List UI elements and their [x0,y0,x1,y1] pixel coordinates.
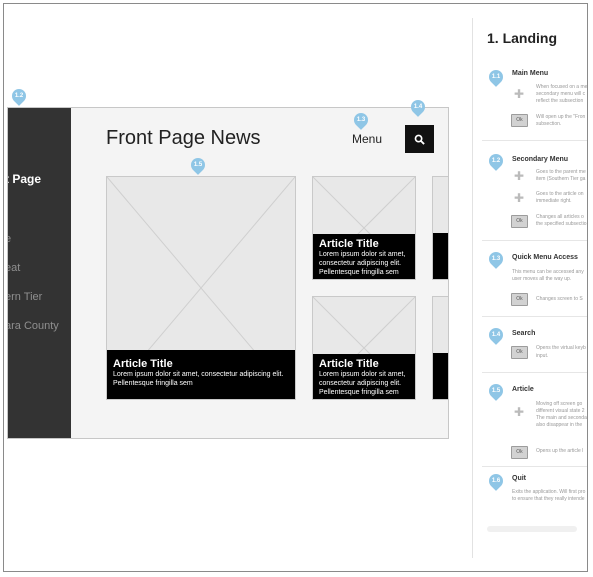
section-pin-label: 1.1 [491,74,501,80]
search-icon [414,134,425,145]
section-pin-label: 1.4 [491,332,501,338]
article-body: Pellentesque fringilla sem [113,380,193,387]
sidebar-item-front-page[interactable]: t Page [8,172,41,186]
article-caption [433,233,448,279]
article-title: Article Title [319,238,379,250]
section-text: user moves all the way up. [512,276,572,282]
section-title-article: Article [512,386,534,393]
wireframe-screen: t Page e eat ern Tier ara County Front P… [7,107,449,439]
dpad-icon: ✚ [513,405,525,419]
section-text: The main and seconda [536,415,587,421]
dpad-icon: ✚ [513,191,525,205]
sidebar-item-3[interactable]: e [8,233,11,245]
section-text: This menu can be accessed any [512,269,584,275]
annotation-panel: 1. Landing 1.1 Main Menu ✚ When focused … [472,18,588,558]
section-text: Changes screen to S [536,296,583,302]
article-title: Article Title [113,358,173,370]
dpad-icon: ✚ [513,169,525,183]
section-text: different visual state 2 [536,408,585,414]
panel-title: 1. Landing [487,30,557,46]
article-body: Lorem ipsum dolor sit amet, [319,371,406,378]
section-text: item (Southern Tier ga [536,176,586,182]
article-card-partial-1[interactable] [432,176,448,280]
ok-button-icon: Ok [511,446,528,459]
ok-button-icon: Ok [511,346,528,359]
section-pin-label: 1.5 [491,388,501,394]
annotation-pin-label: 1.3 [356,117,366,123]
section-pin-label: 1.3 [491,256,501,262]
search-button[interactable] [405,125,434,153]
annotation-pin-label: 1.2 [14,93,24,99]
divider [482,316,587,317]
section-text: subsection. [536,121,562,127]
section-text: Opens up the article l [536,448,584,454]
section-text: Exits the application. Will first pro [512,489,586,495]
section-text: Goes to the article on [536,191,584,197]
section-text: Moving off screen go [536,401,583,407]
article-caption: Article Title Lorem ipsum dolor sit amet… [313,234,415,279]
dpad-icon: ✚ [513,87,525,101]
section-pin-label: 1.6 [491,478,501,484]
section-text: to ensure that they really intende [512,496,585,502]
ok-button-icon: Ok [511,215,528,228]
section-title-search: Search [512,330,536,337]
canvas-frame: t Page e eat ern Tier ara County Front P… [3,3,588,572]
section-pin-label: 1.2 [491,158,501,164]
section-text: Opens the virtual keyb [536,345,586,351]
section-text: also disappear in the [536,422,583,428]
menu-button[interactable]: Menu [352,132,382,146]
annotation-pin-label: 1.4 [413,104,423,110]
section-title-main-menu: Main Menu [512,70,549,77]
ok-button-icon: Ok [511,293,528,306]
divider [482,140,587,141]
article-card-partial-2[interactable] [432,296,448,400]
article-body: Lorem ipsum dolor sit amet, consectetur … [113,371,284,378]
article-caption: Article Title Lorem ipsum dolor sit amet… [107,350,295,399]
sidebar-item-4[interactable]: eat [8,262,20,274]
sidebar: t Page e eat ern Tier ara County [8,108,71,438]
section-title-quick-menu-access: Quick Menu Access [512,254,578,261]
section-text: immediate right. [536,198,572,204]
article-body: Lorem ipsum dolor sit amet, [319,251,406,258]
article-caption: Article Title Lorem ipsum dolor sit amet… [313,354,415,399]
sidebar-item-county[interactable]: ara County [8,320,59,332]
divider [482,372,587,373]
article-body: consectetur adipiscing elit. [319,260,402,267]
article-caption [433,353,448,399]
article-body: Pellentesque fringilla sem [319,389,399,396]
section-title-secondary-menu: Secondary Menu [512,156,569,163]
article-card-small-2[interactable]: Article Title Lorem ipsum dolor sit amet… [312,296,416,400]
divider [482,466,587,467]
article-card-small-1[interactable]: Article Title Lorem ipsum dolor sit amet… [312,176,416,280]
panel-footer-bar [487,526,577,532]
annotation-pin-label: 1.5 [193,162,203,168]
section-text: Changes all articles o [536,214,584,220]
section-text: Goes to the parent me [536,169,586,175]
divider [482,240,587,241]
page-title: Front Page News [106,127,261,149]
section-text: the specified subsectio [536,221,587,227]
section-text: reflect the subsection [536,98,584,104]
sidebar-item-southern-tier[interactable]: ern Tier [8,291,42,303]
ok-button-icon: Ok [511,114,528,127]
article-body: Pellentesque fringilla sem [319,269,399,276]
section-text: When focused on a me [536,84,588,90]
section-text: input. [536,353,549,359]
section-text: secondary menu will c [536,91,586,97]
article-body: consectetur adipiscing elit. [319,380,402,387]
article-title: Article Title [319,358,379,370]
section-title-quit: Quit [512,475,526,482]
article-card-main[interactable]: Article Title Lorem ipsum dolor sit amet… [106,176,296,400]
section-text: Will open up the "Fron [536,114,586,120]
